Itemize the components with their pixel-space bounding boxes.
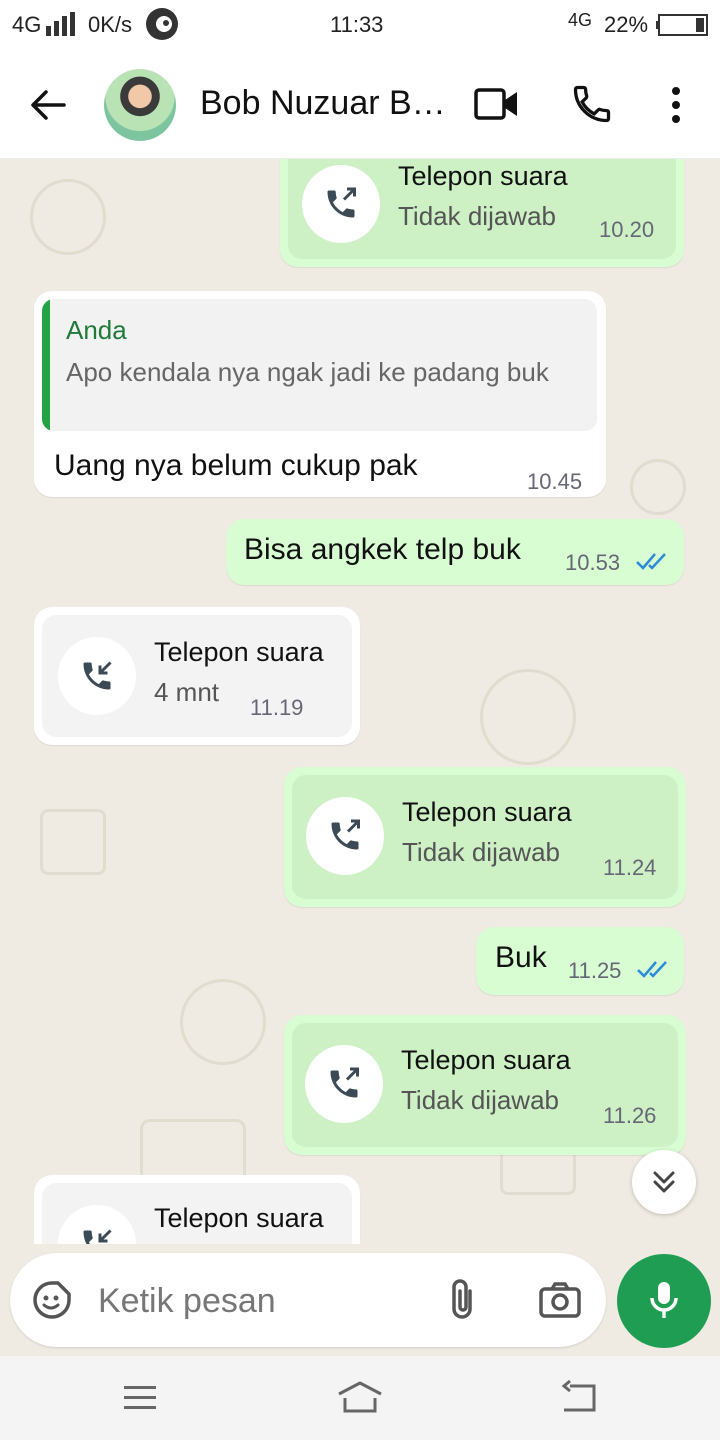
video-call-icon[interactable] (474, 86, 520, 122)
call-title: Telepon suara (398, 161, 568, 191)
message-time: 11.26 (603, 1103, 657, 1128)
incoming-call-message[interactable]: Telepon suara 4 mnt 11.19 (34, 607, 360, 745)
system-navigation-bar (0, 1356, 720, 1440)
outgoing-call-message[interactable]: Telepon suara Tidak dijawab 10.20 (280, 159, 684, 267)
call-duration: 4 mnt (154, 677, 220, 707)
call-card: Telepon suara (42, 1183, 352, 1244)
voice-call-icon[interactable] (570, 82, 614, 126)
read-ticks-icon (636, 553, 666, 570)
quoted-message[interactable]: Anda Apo kendala nya ngak jadi ke padang… (42, 299, 597, 431)
chat-area[interactable]: Telepon suara Tidak dijawab 10.20 Anda A… (0, 159, 720, 1244)
wallpaper-doodle (40, 809, 106, 875)
network-speed: 0K/s (88, 12, 133, 37)
message-text: Buk (495, 941, 547, 974)
message-time: 10.20 (599, 217, 655, 242)
call-icon-circle (58, 637, 136, 715)
scroll-to-bottom-button[interactable] (632, 1150, 696, 1214)
call-card: Telepon suara Tidak dijawab 11.24 (292, 775, 678, 899)
back-nav-icon[interactable] (560, 1380, 598, 1414)
outgoing-call-message[interactable]: Telepon suara Tidak dijawab 11.24 (284, 767, 686, 907)
contact-name[interactable]: Bob Nuzuar B… (200, 84, 446, 123)
outgoing-text-message[interactable]: Bisa angkek telp buk 10.53 (226, 519, 684, 585)
incoming-call-icon (83, 661, 112, 690)
sticker-icon[interactable] (32, 1280, 72, 1320)
message-time: 10.45 (527, 469, 583, 494)
outgoing-call-message[interactable]: Telepon suara Tidak dijawab 11.26 (284, 1015, 686, 1155)
microphone-icon (650, 1282, 678, 1318)
battery-icon (656, 14, 708, 36)
home-icon[interactable] (336, 1380, 384, 1414)
outgoing-call-icon (327, 187, 356, 218)
message-time: 11.24 (603, 855, 657, 880)
voice-record-button[interactable] (617, 1254, 711, 1348)
call-card: Telepon suara 4 mnt 11.19 (42, 615, 352, 737)
call-icon-circle (305, 1045, 383, 1123)
incoming-text-message[interactable]: Anda Apo kendala nya ngak jadi ke padang… (34, 291, 606, 497)
call-title: Telepon suara (154, 637, 324, 667)
contact-avatar[interactable] (104, 69, 176, 141)
message-composer (10, 1253, 606, 1347)
quote-author: Anda (66, 315, 127, 345)
back-arrow-icon[interactable] (28, 85, 68, 125)
read-ticks-icon (637, 961, 667, 978)
incoming-call-icon (83, 1229, 112, 1244)
call-icon-circle (306, 797, 384, 875)
app-notification-icon (146, 8, 178, 40)
status-bar: 4G 0K/s 11:33 4G 22% (0, 0, 720, 52)
quote-text: Apo kendala nya ngak jadi ke padang buk (66, 357, 549, 387)
network-type: 4G (12, 12, 42, 37)
double-chevron-down-icon (653, 1171, 675, 1193)
message-time: 10.53 (565, 550, 621, 575)
wallpaper-doodle (30, 179, 106, 255)
more-options-icon[interactable] (668, 86, 684, 124)
call-card: Telepon suara Tidak dijawab 10.20 (288, 159, 676, 259)
message-text: Bisa angkek telp buk (244, 533, 521, 566)
call-card: Telepon suara Tidak dijawab 11.26 (292, 1023, 678, 1147)
message-input[interactable] (96, 1275, 430, 1327)
call-status: Tidak dijawab (398, 201, 557, 231)
call-status: Tidak dijawab (402, 837, 561, 867)
wallpaper-doodle (180, 979, 266, 1065)
camera-icon[interactable] (538, 1281, 582, 1319)
outgoing-text-message[interactable]: Buk 11.25 (476, 927, 684, 995)
recent-apps-icon[interactable] (122, 1384, 158, 1412)
signal-icon (46, 12, 75, 36)
call-icon-circle (302, 165, 380, 243)
call-title: Telepon suara (401, 1045, 571, 1075)
call-title: Telepon suara (402, 797, 572, 827)
quote-bar (42, 299, 50, 431)
outgoing-call-icon (330, 1067, 359, 1098)
incoming-call-message[interactable]: Telepon suara (34, 1175, 360, 1244)
call-icon-circle (58, 1205, 136, 1244)
call-status: Tidak dijawab (401, 1085, 560, 1115)
call-title: Telepon suara (154, 1203, 324, 1233)
network-type-right: 4G (568, 10, 593, 30)
message-text: Uang nya belum cukup pak (54, 449, 418, 482)
wallpaper-doodle (480, 669, 576, 765)
battery-percent: 22% (604, 12, 649, 37)
attach-icon[interactable] (446, 1277, 480, 1323)
chat-header: Bob Nuzuar B… (0, 52, 720, 159)
wallpaper-doodle (630, 459, 686, 515)
outgoing-call-icon (331, 819, 360, 850)
message-time: 11.19 (250, 695, 304, 720)
clock: 11:33 (330, 12, 384, 37)
message-time: 11.25 (568, 958, 622, 983)
